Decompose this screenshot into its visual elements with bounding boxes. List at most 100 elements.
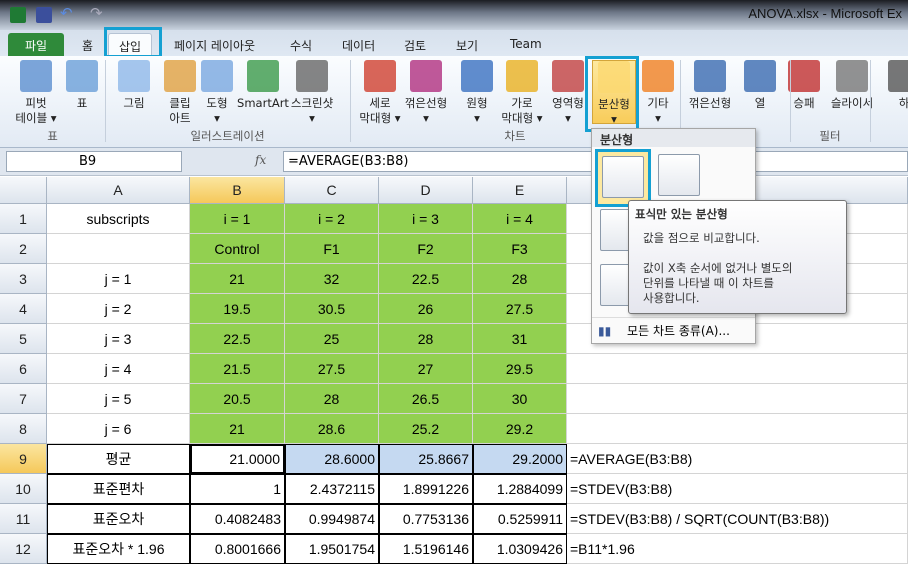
ribbon-button-column-chart[interactable]: 세로 막대형 ▾ xyxy=(358,60,402,126)
ribbon-button-sparkline-line[interactable]: 꺾은선형 xyxy=(688,60,732,111)
cell-F6[interactable] xyxy=(567,354,908,384)
cell-A11[interactable]: 표준오차 xyxy=(47,504,190,534)
cell-B11[interactable]: 0.4082483 xyxy=(190,504,285,534)
cell-C3[interactable]: 32 xyxy=(285,264,379,294)
cell-B8[interactable]: 21 xyxy=(190,414,285,444)
cell-A4[interactable]: j = 2 xyxy=(47,294,190,324)
ribbon-button-sparkline-winloss[interactable]: 승패 xyxy=(782,60,826,111)
row-header[interactable]: 10 xyxy=(0,474,47,504)
cell-B7[interactable]: 20.5 xyxy=(190,384,285,414)
cell-A2[interactable] xyxy=(47,234,190,264)
cell-A10[interactable]: 표준편차 xyxy=(47,474,190,504)
ribbon-button-table[interactable]: 표 xyxy=(60,60,104,111)
cell-B12[interactable]: 0.8001666 xyxy=(190,534,285,564)
cell-C9[interactable]: 28.6000 xyxy=(285,444,379,474)
cell-A5[interactable]: j = 3 xyxy=(47,324,190,354)
ribbon-button-shapes[interactable]: 도형 ▾ xyxy=(195,60,239,126)
cell-C5[interactable]: 25 xyxy=(285,324,379,354)
ribbon-button-slicer[interactable]: 슬라이서 xyxy=(830,60,874,111)
cell-A9[interactable]: 평균 xyxy=(47,444,190,474)
select-all-button[interactable] xyxy=(0,177,47,204)
row-header[interactable]: 5 xyxy=(0,324,47,354)
cell-E5[interactable]: 31 xyxy=(473,324,567,354)
tab-data[interactable]: 데이터 xyxy=(332,33,385,56)
cell-A3[interactable]: j = 1 xyxy=(47,264,190,294)
cell-F12[interactable]: =B11*1.96 xyxy=(567,534,908,564)
row-header[interactable]: 2 xyxy=(0,234,47,264)
cell-E1[interactable]: i = 4 xyxy=(473,204,567,234)
row-header[interactable]: 1 xyxy=(0,204,47,234)
tab-home[interactable]: 홈 xyxy=(72,33,103,56)
tab-view[interactable]: 보기 xyxy=(446,33,488,56)
cell-B1[interactable]: i = 1 xyxy=(190,204,285,234)
cell-D11[interactable]: 0.7753136 xyxy=(379,504,473,534)
cell-C2[interactable]: F1 xyxy=(285,234,379,264)
ribbon-button-sparkline-column[interactable]: 열 xyxy=(738,60,782,111)
ribbon-button-pivot-table[interactable]: 피벗 테이블 ▾ xyxy=(14,60,58,126)
cell-D5[interactable]: 28 xyxy=(379,324,473,354)
ribbon-button-picture[interactable]: 그림 xyxy=(112,60,156,111)
row-header[interactable]: 9 xyxy=(0,444,47,474)
cell-D3[interactable]: 22.5 xyxy=(379,264,473,294)
cell-B5[interactable]: 22.5 xyxy=(190,324,285,354)
row-header[interactable]: 7 xyxy=(0,384,47,414)
ribbon-button-other-chart[interactable]: 기타 ▾ xyxy=(636,60,680,126)
cell-D2[interactable]: F2 xyxy=(379,234,473,264)
cell-E9[interactable]: 29.2000 xyxy=(473,444,567,474)
cell-C6[interactable]: 27.5 xyxy=(285,354,379,384)
cell-B4[interactable]: 19.5 xyxy=(190,294,285,324)
ribbon-button-pie-chart[interactable]: 원형 ▾ xyxy=(455,60,499,126)
cell-D4[interactable]: 26 xyxy=(379,294,473,324)
scatter-markers-only-option[interactable] xyxy=(595,149,651,207)
tab-review[interactable]: 검토 xyxy=(394,33,436,56)
ribbon-button-bar-chart[interactable]: 가로 막대형 ▾ xyxy=(500,60,544,126)
cell-A8[interactable]: j = 6 xyxy=(47,414,190,444)
column-header-A[interactable]: A xyxy=(47,177,190,204)
cell-C10[interactable]: 2.4372115 xyxy=(285,474,379,504)
column-header-B[interactable]: B xyxy=(190,177,285,204)
cell-C4[interactable]: 30.5 xyxy=(285,294,379,324)
row-header[interactable]: 4 xyxy=(0,294,47,324)
scatter-smooth-lines-option[interactable] xyxy=(658,154,700,196)
cell-E11[interactable]: 0.5259911 xyxy=(473,504,567,534)
cell-A12[interactable]: 표준오차 * 1.96 xyxy=(47,534,190,564)
tab-formulas[interactable]: 수식 xyxy=(280,33,322,56)
cell-D8[interactable]: 25.2 xyxy=(379,414,473,444)
cell-F10[interactable]: =STDEV(B3:B8) xyxy=(567,474,908,504)
row-header[interactable]: 8 xyxy=(0,414,47,444)
cell-D6[interactable]: 27 xyxy=(379,354,473,384)
insert-function-icon[interactable]: fx xyxy=(255,153,266,167)
cell-D12[interactable]: 1.5196146 xyxy=(379,534,473,564)
cell-E10[interactable]: 1.2884099 xyxy=(473,474,567,504)
row-header[interactable]: 6 xyxy=(0,354,47,384)
cell-E6[interactable]: 29.5 xyxy=(473,354,567,384)
cell-B10[interactable]: 1 xyxy=(190,474,285,504)
cell-E12[interactable]: 1.0309426 xyxy=(473,534,567,564)
cell-D7[interactable]: 26.5 xyxy=(379,384,473,414)
cell-C11[interactable]: 0.9949874 xyxy=(285,504,379,534)
redo-icon[interactable]: ↷ xyxy=(90,4,106,22)
cell-B9[interactable]: 21.0000 xyxy=(190,444,285,474)
cell-F7[interactable] xyxy=(567,384,908,414)
tab-page-layout[interactable]: 페이지 레이아웃 xyxy=(164,33,265,56)
cell-A1[interactable]: subscripts xyxy=(47,204,190,234)
ribbon-button-line-chart[interactable]: 꺾은선형 ▾ xyxy=(404,60,448,126)
ribbon-button-screenshot[interactable]: 스크린샷 ▾ xyxy=(290,60,334,126)
row-header[interactable]: 12 xyxy=(0,534,47,564)
cell-B3[interactable]: 21 xyxy=(190,264,285,294)
cell-F8[interactable] xyxy=(567,414,908,444)
ribbon-button-area-chart[interactable]: 영역형 ▾ xyxy=(546,60,590,126)
cell-C1[interactable]: i = 2 xyxy=(285,204,379,234)
cell-A7[interactable]: j = 5 xyxy=(47,384,190,414)
tab-team[interactable]: Team xyxy=(500,33,552,56)
cell-D1[interactable]: i = 3 xyxy=(379,204,473,234)
column-header-E[interactable]: E xyxy=(473,177,567,204)
row-header[interactable]: 11 xyxy=(0,504,47,534)
cell-C8[interactable]: 28.6 xyxy=(285,414,379,444)
cell-D10[interactable]: 1.8991226 xyxy=(379,474,473,504)
undo-icon[interactable]: ↶ xyxy=(60,4,76,22)
cell-E7[interactable]: 30 xyxy=(473,384,567,414)
cell-F9[interactable]: =AVERAGE(B3:B8) xyxy=(567,444,908,474)
cell-A6[interactable]: j = 4 xyxy=(47,354,190,384)
ribbon-button-smartart[interactable]: SmartArt xyxy=(236,60,290,111)
